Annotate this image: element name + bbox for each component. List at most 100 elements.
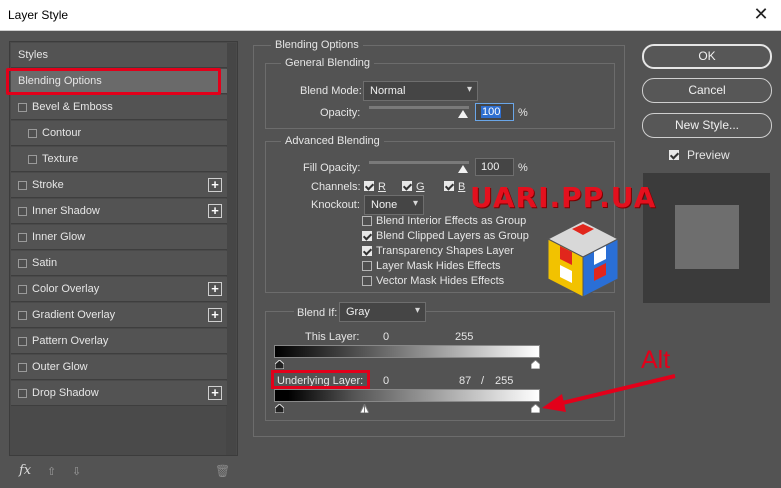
this-layer-gradient: [274, 345, 540, 358]
style-checkbox-bevel-emboss[interactable]: [18, 103, 27, 112]
underlying-split-left-handle[interactable]: [360, 404, 369, 413]
preview-thumbnail: [643, 173, 770, 303]
underlying-black-handle[interactable]: [275, 404, 284, 413]
fill-opacity-percent: %: [518, 162, 528, 174]
chevron-down-icon: ▾: [466, 84, 472, 95]
new-style-button[interactable]: New Style...: [642, 113, 772, 138]
style-item-satin[interactable]: Satin: [11, 251, 227, 276]
this-layer-black-handle[interactable]: [275, 360, 284, 369]
style-item-stroke[interactable]: Stroke +: [11, 173, 227, 198]
watermark-text: UARI.PP.UA: [470, 181, 657, 214]
fx-icon[interactable]: fx: [19, 463, 31, 478]
option-label-layer-mask-hides-effects: Layer Mask Hides Effects: [376, 260, 501, 272]
style-item-label: Bevel & Emboss: [32, 101, 113, 113]
style-item-drop-shadow[interactable]: Drop Shadow +: [11, 381, 227, 406]
plus-icon[interactable]: +: [208, 386, 222, 400]
opacity-percent: %: [518, 107, 528, 119]
option-checkbox-transparency-shapes-layer[interactable]: [362, 246, 372, 256]
preview-checkbox[interactable]: [669, 150, 679, 160]
channel-g-checkbox[interactable]: [402, 181, 412, 191]
style-item-styles: Styles: [11, 43, 227, 68]
knockout-select[interactable]: None ▾: [364, 195, 424, 215]
preview-swatch: [675, 205, 739, 269]
style-checkbox-gradient-overlay[interactable]: [18, 311, 27, 320]
plus-icon[interactable]: +: [208, 178, 222, 192]
plus-icon[interactable]: +: [208, 308, 222, 322]
style-checkbox-inner-shadow[interactable]: [18, 207, 27, 216]
style-checkbox-stroke[interactable]: [18, 181, 27, 190]
opacity-slider[interactable]: [369, 106, 469, 109]
blend-mode-value: Normal: [370, 85, 406, 97]
blend-mode-select[interactable]: Normal ▾: [363, 81, 478, 101]
style-item-inner-glow[interactable]: Inner Glow: [11, 225, 227, 250]
underlying-slash: /: [481, 375, 485, 387]
fill-opacity-label: Fill Opacity:: [303, 162, 361, 174]
option-checkbox-layer-mask-hides-effects[interactable]: [362, 261, 372, 271]
styles-scrollbar[interactable]: [226, 43, 236, 455]
underlying-white-handle[interactable]: [531, 404, 540, 413]
plus-icon[interactable]: +: [208, 282, 222, 296]
opacity-label: Opacity:: [320, 107, 361, 119]
this-layer-white-handle[interactable]: [531, 360, 540, 369]
option-label-blend-clipped-layers-as-group: Blend Clipped Layers as Group: [376, 230, 529, 242]
opacity-slider-thumb[interactable]: [458, 110, 468, 118]
style-checkbox-drop-shadow[interactable]: [18, 389, 27, 398]
style-checkbox-inner-glow[interactable]: [18, 233, 27, 242]
underlying-layer-gradient: [274, 389, 540, 402]
option-label-transparency-shapes-layer: Transparency Shapes Layer: [376, 245, 514, 257]
style-checkbox-pattern-overlay[interactable]: [18, 337, 27, 346]
underlying-low-value: 0: [383, 375, 390, 387]
opacity-input[interactable]: 100: [475, 103, 514, 121]
style-item-inner-shadow[interactable]: Inner Shadow +: [11, 199, 227, 224]
style-checkbox-outer-glow[interactable]: [18, 363, 27, 372]
style-item-label: Drop Shadow: [32, 387, 99, 399]
style-item-contour[interactable]: Contour: [11, 121, 227, 146]
option-checkbox-blend-interior-effects-as-group[interactable]: [362, 216, 372, 226]
blend-mode-label: Blend Mode:: [300, 85, 362, 97]
knockout-value: None: [371, 199, 398, 211]
fill-opacity-slider-thumb[interactable]: [458, 165, 468, 173]
style-checkbox-color-overlay[interactable]: [18, 285, 27, 294]
style-item-pattern-overlay[interactable]: Pattern Overlay: [11, 329, 227, 354]
ok-button[interactable]: OK: [642, 44, 772, 69]
general-blending-title: General Blending: [281, 57, 375, 69]
fill-opacity-input[interactable]: 100: [475, 158, 514, 176]
style-item-label: Inner Shadow: [32, 205, 100, 217]
channel-r-checkbox[interactable]: [364, 181, 374, 191]
fill-opacity-slider[interactable]: [369, 161, 469, 164]
style-checkbox-contour[interactable]: [28, 129, 37, 138]
close-icon[interactable]: ✕: [751, 4, 771, 24]
this-layer-low-value: 0: [383, 331, 390, 343]
style-checkbox-satin[interactable]: [18, 259, 27, 268]
option-checkbox-blend-clipped-layers-as-group[interactable]: [362, 231, 372, 241]
channel-g-label: G: [416, 181, 425, 193]
style-checkbox-texture[interactable]: [28, 155, 37, 164]
window-title: Layer Style: [8, 8, 69, 22]
move-down-icon[interactable]: ⇩: [72, 465, 81, 478]
style-item-label: Stroke: [32, 179, 64, 191]
plus-icon[interactable]: +: [208, 204, 222, 218]
blend-if-select[interactable]: Gray ▾: [339, 302, 426, 322]
knockout-label: Knockout:: [311, 199, 360, 211]
channel-b-checkbox[interactable]: [444, 181, 454, 191]
channel-b-label: B: [458, 181, 466, 193]
styles-footer: fx ⇧ ⇩ 🗑: [15, 463, 235, 481]
option-label-blend-interior-effects-as-group: Blend Interior Effects as Group: [376, 215, 527, 227]
highlight-underlying-layer: [271, 370, 370, 389]
style-item-texture[interactable]: Texture: [11, 147, 227, 172]
channels-label: Channels:: [311, 181, 361, 193]
trash-icon[interactable]: 🗑: [215, 464, 230, 478]
style-item-label: Outer Glow: [32, 361, 88, 373]
blend-if-label: Blend If:: [294, 307, 341, 319]
style-item-color-overlay[interactable]: Color Overlay +: [11, 277, 227, 302]
style-item-label: Gradient Overlay: [32, 309, 116, 321]
style-item-label: Pattern Overlay: [32, 335, 109, 347]
style-item-outer-glow[interactable]: Outer Glow: [11, 355, 227, 380]
style-item-bevel-emboss[interactable]: Bevel & Emboss: [11, 95, 227, 120]
style-item-gradient-overlay[interactable]: Gradient Overlay +: [11, 303, 227, 328]
option-checkbox-vector-mask-hides-effects[interactable]: [362, 276, 372, 286]
cancel-button[interactable]: Cancel: [642, 78, 772, 103]
style-item-label: Contour: [42, 127, 82, 139]
underlying-split-value: 87: [459, 375, 472, 387]
move-up-icon[interactable]: ⇧: [47, 465, 56, 478]
